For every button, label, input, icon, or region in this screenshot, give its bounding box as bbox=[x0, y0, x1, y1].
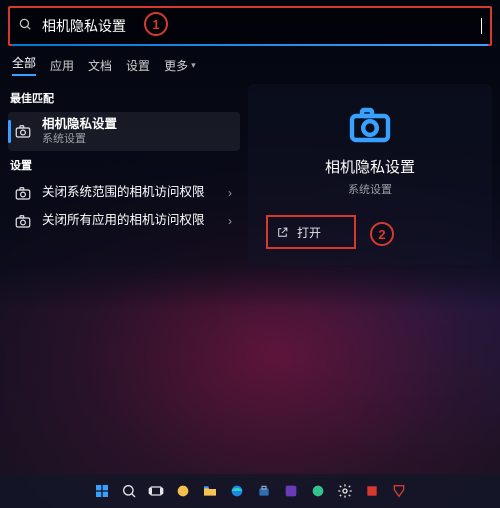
search-input[interactable] bbox=[40, 17, 483, 35]
open-button[interactable]: 打开 bbox=[266, 215, 356, 249]
camera-icon-large bbox=[346, 100, 394, 148]
edge-icon[interactable] bbox=[227, 481, 247, 501]
desktop-background: 1 全部 应用 文档 设置 更多▾ 最佳匹配 相机隐私设置 系统设置 bbox=[0, 0, 500, 508]
task-view-icon[interactable] bbox=[146, 481, 166, 501]
open-label: 打开 bbox=[297, 224, 321, 241]
tab-label: 全部 bbox=[12, 54, 36, 71]
settings-taskbar-icon[interactable] bbox=[335, 481, 355, 501]
results-content: 最佳匹配 相机隐私设置 系统设置 设置 关闭系统 bbox=[8, 84, 492, 265]
tab-apps[interactable]: 应用 bbox=[50, 57, 74, 74]
taskbar[interactable] bbox=[0, 474, 500, 508]
result-title: 相机隐私设置 bbox=[42, 117, 234, 133]
chevron-down-icon: ▾ bbox=[191, 60, 196, 71]
tab-label: 更多 bbox=[164, 57, 188, 74]
tab-all[interactable]: 全部 bbox=[12, 54, 36, 76]
tab-documents[interactable]: 文档 bbox=[88, 57, 112, 74]
taskbar-app-2[interactable] bbox=[281, 481, 301, 501]
chevron-right-icon[interactable]: › bbox=[226, 214, 234, 228]
chevron-right-icon[interactable]: › bbox=[226, 186, 234, 200]
result-text: 相机隐私设置 系统设置 bbox=[42, 117, 234, 146]
tab-settings[interactable]: 设置 bbox=[126, 57, 150, 74]
camera-icon bbox=[14, 184, 32, 202]
search-focus-underline bbox=[12, 44, 488, 46]
preview-pane: 相机隐私设置 系统设置 打开 2 bbox=[248, 84, 492, 265]
tab-more[interactable]: 更多▾ bbox=[164, 57, 196, 74]
taskbar-app-5[interactable] bbox=[389, 481, 409, 501]
result-tabs: 全部 应用 文档 设置 更多▾ bbox=[8, 46, 492, 80]
section-settings: 设置 bbox=[10, 157, 240, 173]
result-text: 关闭系统范围的相机访问权限 bbox=[42, 185, 216, 201]
taskbar-app-1[interactable] bbox=[173, 481, 193, 501]
start-search-panel: 1 全部 应用 文档 设置 更多▾ 最佳匹配 相机隐私设置 系统设置 bbox=[0, 0, 500, 310]
text-caret bbox=[481, 18, 482, 34]
result-title: 关闭所有应用的相机访问权限 bbox=[42, 213, 216, 229]
store-icon[interactable] bbox=[254, 481, 274, 501]
annotation-step-1: 1 bbox=[144, 12, 168, 36]
search-box[interactable] bbox=[8, 6, 492, 46]
annotation-step-2: 2 bbox=[370, 222, 394, 246]
tab-label: 应用 bbox=[50, 57, 74, 74]
camera-icon bbox=[14, 212, 32, 230]
result-text: 关闭所有应用的相机访问权限 bbox=[42, 213, 216, 229]
start-icon[interactable] bbox=[92, 481, 112, 501]
result-camera-privacy-settings[interactable]: 相机隐私设置 系统设置 bbox=[8, 112, 240, 151]
taskbar-app-3[interactable] bbox=[308, 481, 328, 501]
open-external-icon bbox=[276, 226, 289, 239]
result-disable-all-apps-camera-access[interactable]: 关闭所有应用的相机访问权限 › bbox=[8, 207, 240, 235]
result-subtitle: 系统设置 bbox=[42, 133, 234, 146]
tab-label: 文档 bbox=[88, 57, 112, 74]
results-list: 最佳匹配 相机隐私设置 系统设置 设置 关闭系统 bbox=[8, 84, 240, 265]
tab-label: 设置 bbox=[126, 57, 150, 74]
result-disable-system-camera-access[interactable]: 关闭系统范围的相机访问权限 › bbox=[8, 179, 240, 207]
result-title: 关闭系统范围的相机访问权限 bbox=[42, 185, 216, 201]
file-explorer-icon[interactable] bbox=[200, 481, 220, 501]
search-taskbar-icon[interactable] bbox=[119, 481, 139, 501]
taskbar-app-4[interactable] bbox=[362, 481, 382, 501]
camera-icon bbox=[14, 122, 32, 140]
preview-title: 相机隐私设置 bbox=[256, 156, 484, 177]
preview-subtitle: 系统设置 bbox=[256, 181, 484, 197]
section-best-match: 最佳匹配 bbox=[10, 90, 240, 106]
search-icon bbox=[18, 17, 32, 36]
